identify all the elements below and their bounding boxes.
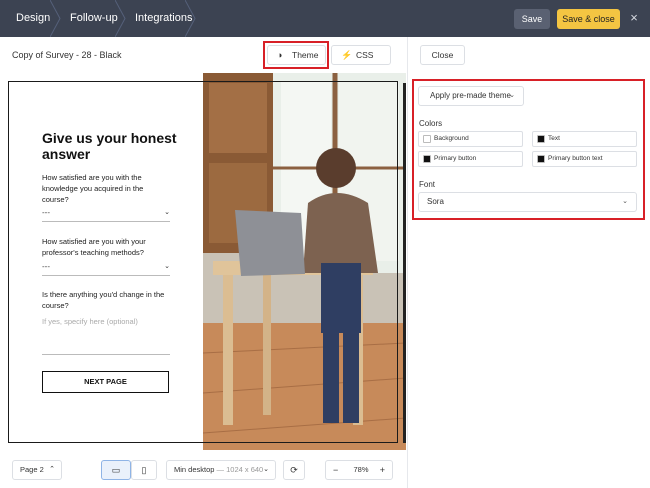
premade-label: Apply pre-made theme	[430, 91, 511, 100]
zoom-in-button[interactable]: +	[380, 461, 385, 479]
save-button[interactable]: Save	[514, 9, 550, 29]
close-panel-button[interactable]: Close	[420, 45, 465, 65]
save-and-close-button[interactable]: Save & close	[557, 9, 620, 29]
color-label: Background	[434, 135, 469, 142]
resolution-select[interactable]: Min desktop — 1024 x 640 ⌄	[166, 460, 276, 480]
question-1: How satisfied are you with the knowledge…	[42, 173, 144, 204]
monitor-icon: ▭	[111, 465, 121, 475]
answer-text-placeholder[interactable]: If yes, specify here (optional)	[42, 317, 138, 326]
top-navigation-bar: Design Follow-up Integrations Save Save …	[0, 0, 650, 37]
tab-css-label: CSS	[356, 50, 374, 60]
color-swatch	[423, 135, 431, 143]
page-select[interactable]: Page 2 ⌃	[12, 460, 62, 480]
apply-premade-theme-dropdown[interactable]: Apply pre-made theme ⌄	[418, 86, 524, 106]
close-icon[interactable]: ×	[627, 10, 641, 26]
panel-divider	[407, 37, 408, 488]
tab-css[interactable]: ⚡ CSS	[331, 45, 391, 65]
chevron-down-icon: ⌄	[622, 198, 628, 205]
zoom-control: − 78% +	[325, 460, 393, 480]
mobile-view-button[interactable]: ▯	[131, 460, 157, 480]
page-label: Page 2	[20, 465, 44, 474]
answer-value: ---	[42, 208, 50, 217]
phone-icon: ▯	[141, 465, 147, 475]
color-label: Text	[548, 135, 560, 142]
font-section-label: Font	[419, 180, 436, 189]
question-3: Is there anything you'd change in the co…	[42, 290, 165, 310]
chevron-down-icon: ⌄	[164, 209, 170, 216]
lightning-icon: ⚡	[341, 50, 353, 60]
color-label: Primary button	[434, 155, 477, 162]
document-title: Copy of Survey - 28 - Black	[12, 50, 122, 60]
color-swatch	[423, 155, 431, 163]
zoom-value: 78%	[353, 465, 369, 474]
tab-design[interactable]: Design	[16, 0, 50, 37]
breadcrumb-separator	[185, 0, 196, 37]
survey-heading: Give us your honest answer	[42, 130, 177, 162]
chevron-down-icon: ⌄	[509, 92, 515, 99]
next-page-button[interactable]: NEXT PAGE	[42, 371, 169, 393]
answer-dropdown-2[interactable]: --- ⌄	[42, 262, 170, 276]
font-select[interactable]: Sora ⌄	[418, 192, 637, 212]
breadcrumb-separator	[115, 0, 126, 37]
chevron-down-icon: ⌄	[164, 263, 170, 270]
tab-integrations[interactable]: Integrations	[135, 0, 192, 37]
editor-header: Copy of Survey - 28 - Black ◑ Theme ⚡ CS…	[0, 37, 407, 73]
zoom-out-button[interactable]: −	[333, 461, 338, 479]
tab-follow-up[interactable]: Follow-up	[70, 0, 118, 37]
answer-dropdown-1[interactable]: --- ⌄	[42, 208, 170, 222]
color-primary-button-text-button[interactable]: Primary button text	[532, 151, 637, 167]
chevron-up-icon: ⌃	[49, 466, 55, 473]
resolution-label: Min desktop — 1024 x 640	[174, 465, 264, 474]
chevron-down-icon: ⌄	[263, 466, 269, 473]
question-2: How satisfied are you with your professo…	[42, 237, 146, 257]
color-swatch	[537, 155, 545, 163]
color-swatch	[537, 135, 545, 143]
color-primary-button-button[interactable]: Primary button	[418, 151, 523, 167]
answer-value: ---	[42, 262, 50, 271]
rotate-icon[interactable]: ⟳	[283, 460, 305, 480]
colors-section-label: Colors	[419, 119, 443, 128]
color-text-button[interactable]: Text	[532, 131, 637, 147]
color-label: Primary button text	[548, 155, 603, 162]
color-background-button[interactable]: Background	[418, 131, 523, 147]
answer-text-field[interactable]	[42, 354, 170, 355]
theme-tab-highlight	[263, 41, 329, 69]
font-value: Sora	[427, 197, 444, 206]
desktop-view-button[interactable]: ▭	[101, 460, 131, 480]
breadcrumb-separator	[50, 0, 61, 37]
